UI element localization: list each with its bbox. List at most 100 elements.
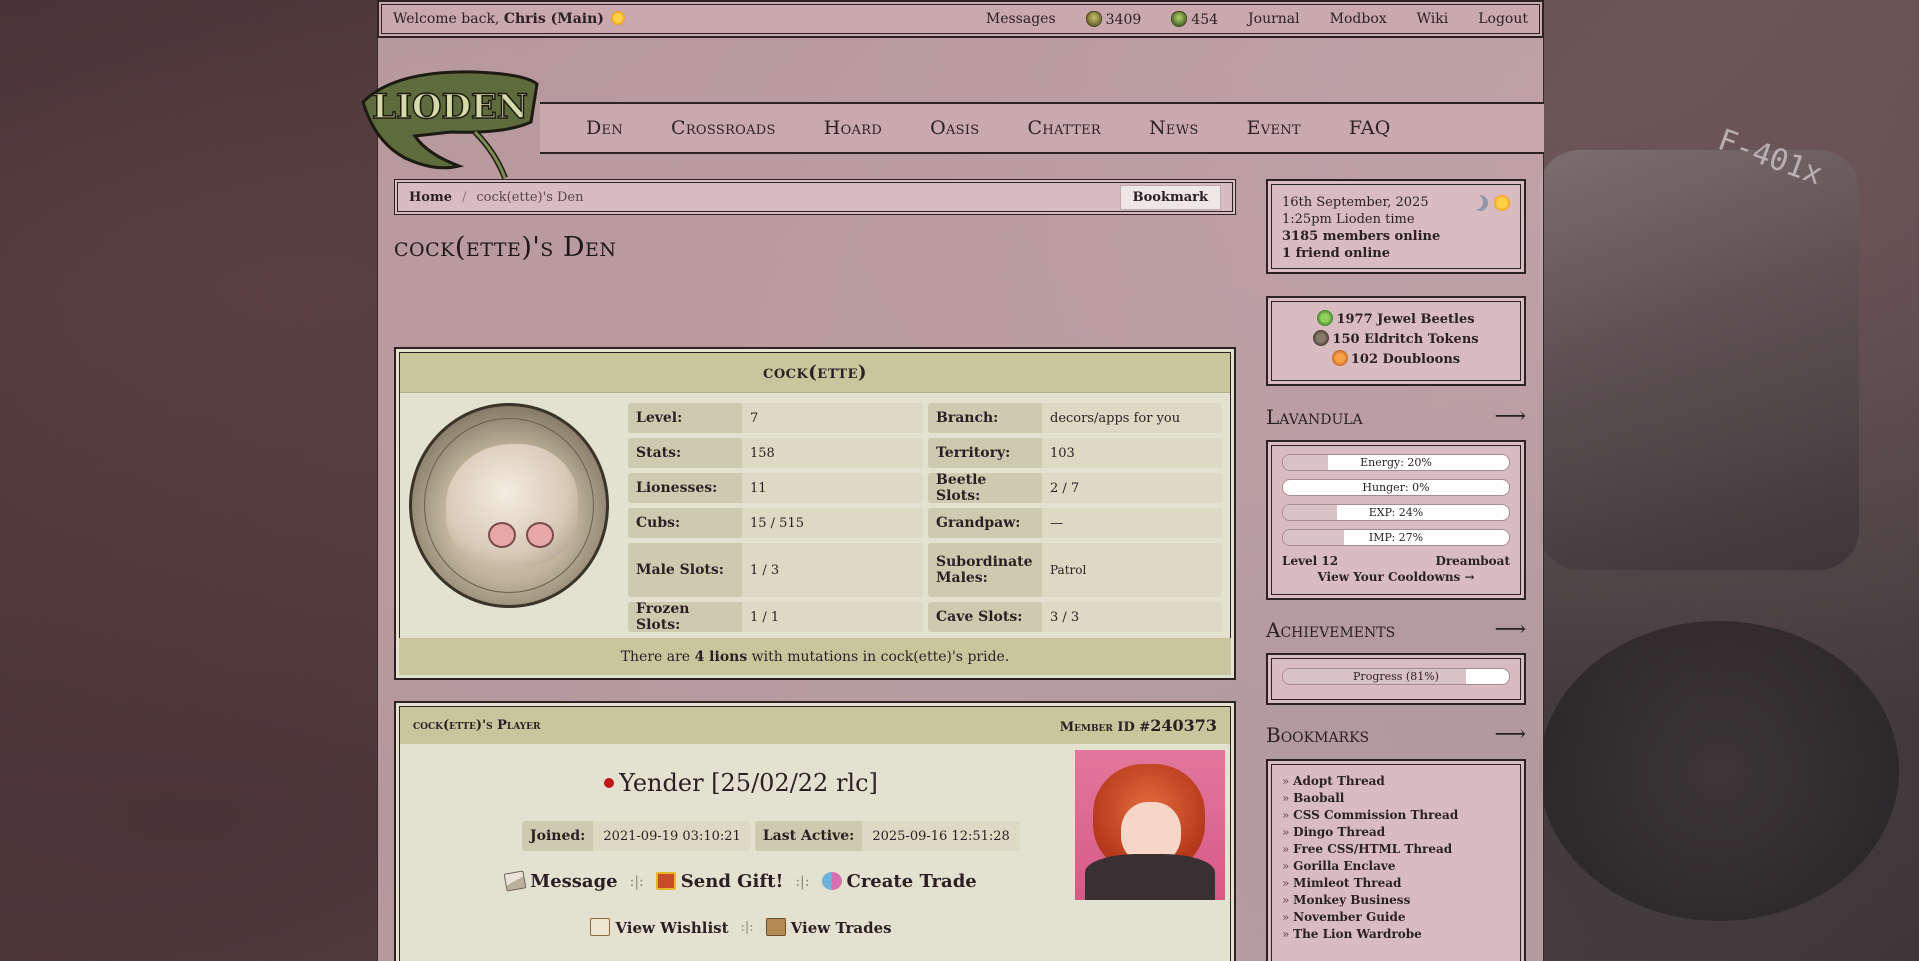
nav-news[interactable]: News xyxy=(1149,117,1199,139)
bookmark-link[interactable]: Baoball xyxy=(1282,790,1510,807)
friends-online[interactable]: 1 friend online xyxy=(1282,246,1390,261)
page-title: cock(ette)'s Den xyxy=(394,232,617,263)
stat-branch: Branch: decors/apps for you xyxy=(928,403,1222,433)
sun-icon xyxy=(611,11,626,25)
arrow-right-icon[interactable]: ⟶ xyxy=(1494,722,1526,747)
send-gift-button[interactable]: Send Gift! xyxy=(655,871,783,892)
joined-date: Joined: 2021-09-19 03:10:21 xyxy=(522,821,751,851)
bookmark-link[interactable]: Gorilla Enclave xyxy=(1282,858,1510,875)
nav-oasis[interactable]: Oasis xyxy=(930,117,979,139)
arrow-right-icon[interactable]: ⟶ xyxy=(1494,617,1526,642)
bookmark-link[interactable]: Mimleot Thread xyxy=(1282,875,1510,892)
breadcrumb: Home / cock(ette)'s Den Bookmark xyxy=(394,179,1236,215)
lavandula-box: Energy: 20% Hunger: 0% EXP: 24% IMP: 27%… xyxy=(1266,440,1526,600)
mutations-link[interactable]: 4 lions xyxy=(695,649,748,665)
nav-hoard[interactable]: Hoard xyxy=(824,117,882,139)
bookmark-link[interactable]: Free CSS/HTML Thread xyxy=(1282,841,1510,858)
bookmark-link[interactable]: Adopt Thread xyxy=(1282,773,1510,790)
view-trades-button[interactable]: View Trades xyxy=(765,918,892,937)
view-cooldowns-link[interactable]: View Your Cooldowns → xyxy=(1282,570,1510,584)
background-camera xyxy=(1539,150,1859,570)
top-bar: Welcome back, Chris (Main) Messages 3409… xyxy=(377,0,1544,38)
hunger-bar: Hunger: 0% xyxy=(1282,479,1510,496)
member-id: Member ID #240373 xyxy=(1059,715,1217,735)
lavandula-rank: Dreamboat xyxy=(1435,554,1510,568)
player-avatar[interactable] xyxy=(1075,750,1225,900)
bookmark-link[interactable]: CSS Commission Thread xyxy=(1282,807,1510,824)
player-panel-title: cock(ette)'s Player xyxy=(413,717,541,733)
logout-link[interactable]: Logout xyxy=(1478,11,1528,27)
stat-subordinate-males: Subordinate Males: Patrol xyxy=(928,543,1222,597)
nav-den[interactable]: Den xyxy=(586,117,623,139)
bookmark-link[interactable]: The Lion Wardrobe xyxy=(1282,926,1510,943)
lavandula-level: Level 12 xyxy=(1282,554,1339,568)
jewel-beetle-icon xyxy=(1317,310,1334,326)
background-camera-text: F-401x xyxy=(1712,122,1827,193)
bookmark-link[interactable]: November Guide xyxy=(1282,909,1510,926)
logo-text: LIODEN xyxy=(372,87,528,127)
stat-lionesses: Lionesses: 11 xyxy=(628,473,923,503)
message-button[interactable]: Message xyxy=(503,870,618,892)
nav-faq[interactable]: FAQ xyxy=(1349,117,1391,139)
username[interactable]: Chris (Main) xyxy=(504,11,604,27)
main-nav: Den Crossroads Hoard Oasis Chatter News … xyxy=(540,102,1544,154)
player-dates: Joined: 2021-09-19 03:10:21 Last Active: 2… xyxy=(522,821,1020,851)
stat-beetle-slots: Beetle Slots: 2 / 7 xyxy=(928,473,1222,503)
beetle-icon xyxy=(1085,10,1102,27)
doubloons: 102 Doubloons xyxy=(1268,350,1524,370)
lavandula-level-row: Level 12 Dreamboat xyxy=(1282,554,1510,568)
lion-name: cock(ette) xyxy=(399,352,1231,393)
stat-territory: Territory: 103 xyxy=(928,438,1222,468)
player-panel-header: cock(ette)'s Player Member ID #240373 xyxy=(399,706,1231,744)
arrow-right-icon[interactable]: ⟶ xyxy=(1494,404,1526,429)
bookmark-button[interactable]: Bookmark xyxy=(1119,184,1221,210)
messages-link[interactable]: Messages xyxy=(986,11,1056,27)
bookmark-link[interactable]: Dingo Thread xyxy=(1282,824,1510,841)
breadcrumb-home[interactable]: Home xyxy=(409,190,452,205)
stat-stats: Stats: 158 xyxy=(628,438,923,468)
player-secondary-actions: View Wishlist :|: View Trades xyxy=(396,918,1086,937)
wishlist-icon xyxy=(590,918,611,936)
view-wishlist-button[interactable]: View Wishlist xyxy=(590,918,729,937)
box-icon xyxy=(765,918,786,936)
lion-avatar[interactable] xyxy=(409,403,609,608)
sun-icon xyxy=(1494,195,1510,211)
bookmark-link[interactable]: Monkey Business xyxy=(1282,892,1510,909)
bookmarks-header[interactable]: Bookmarks ⟶ xyxy=(1266,722,1526,747)
offline-status-icon xyxy=(604,778,615,788)
exp-bar: EXP: 24% xyxy=(1282,504,1510,521)
mutations-notice: There are 4 lions with mutations in cock… xyxy=(399,638,1231,675)
nav-chatter[interactable]: Chatter xyxy=(1027,117,1101,139)
day-night-icons xyxy=(1472,195,1510,211)
modbox-link[interactable]: Modbox xyxy=(1330,11,1387,27)
lavandula-header[interactable]: Lavandula ⟶ xyxy=(1266,404,1526,429)
lioden-time: 1:25pm Lioden time xyxy=(1282,212,1415,227)
bookmarks-box: Adopt Thread Baoball CSS Commission Thre… xyxy=(1266,759,1526,961)
achievements-header[interactable]: Achievements ⟶ xyxy=(1266,617,1526,642)
top-links: Messages 3409 454 Journal Modbox Wiki Lo… xyxy=(986,10,1528,28)
imp-bar: IMP: 27% xyxy=(1282,529,1510,546)
player-actions: Message :|: Send Gift! :|: Create Trade xyxy=(396,870,1086,892)
nav-event[interactable]: Event xyxy=(1247,117,1301,139)
stat-level: Level: 7 xyxy=(628,403,923,433)
eldritch-token-icon xyxy=(1313,330,1330,346)
journal-link[interactable]: Journal xyxy=(1248,11,1300,27)
player-name[interactable]: Yender [25/02/22 rlc] xyxy=(396,769,1086,797)
tokens-link[interactable]: 454 xyxy=(1171,10,1218,28)
branch-link[interactable]: decors/apps for you xyxy=(1042,403,1222,433)
nav-crossroads[interactable]: Crossroads xyxy=(671,117,776,139)
members-online[interactable]: 3185 members online xyxy=(1282,229,1440,244)
wiki-link[interactable]: Wiki xyxy=(1417,11,1449,27)
eldritch-tokens: 150 Eldritch Tokens xyxy=(1268,330,1524,350)
jewel-beetles: 1977 Jewel Beetles xyxy=(1268,310,1524,330)
currency-box: 1977 Jewel Beetles 150 Eldritch Tokens 1… xyxy=(1266,296,1526,386)
lion-panel: cock(ette) Level: 7 Branch: decors/apps fo… xyxy=(394,347,1236,680)
time-box: 16th September, 2025 1:25pm Lioden time … xyxy=(1266,179,1526,274)
gift-icon xyxy=(655,872,676,890)
stat-grandpaw: Grandpaw: — xyxy=(928,508,1222,538)
welcome-text: Welcome back, Chris (Main) xyxy=(393,11,626,27)
breadcrumb-current: cock(ette)'s Den xyxy=(476,189,584,205)
lioden-logo[interactable]: LIODEN xyxy=(355,62,545,182)
beetles-link[interactable]: 3409 xyxy=(1085,10,1141,28)
create-trade-button[interactable]: Create Trade xyxy=(821,871,977,892)
